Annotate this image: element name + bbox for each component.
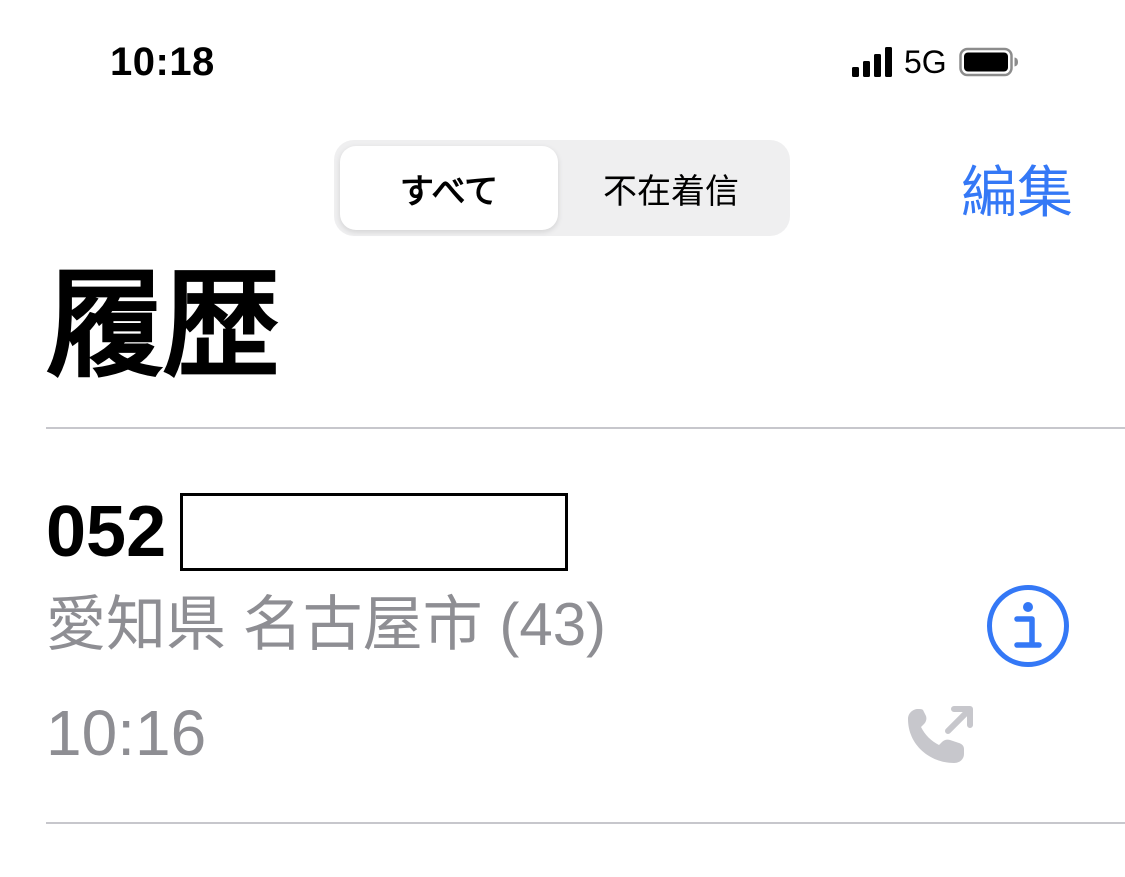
status-time: 10:18	[110, 40, 215, 84]
redacted-number-box	[180, 493, 569, 571]
network-type: 5G	[904, 43, 947, 80]
list-separator	[46, 822, 1125, 824]
call-location: 愛知県 名古屋市 (43)	[46, 591, 607, 658]
outgoing-call-icon	[908, 706, 973, 763]
call-time: 10:16	[46, 697, 207, 769]
call-number-prefix: 052	[46, 492, 167, 572]
status-indicators: 5G	[852, 44, 1019, 80]
call-filter-segmented-control: すべて 不在着信	[334, 140, 790, 236]
info-circle-icon[interactable]	[985, 583, 1071, 669]
call-number: 052	[46, 492, 569, 572]
page-title: 履歴	[46, 260, 280, 392]
battery-icon	[958, 47, 1018, 77]
segment-all[interactable]: すべて	[340, 146, 558, 230]
call-history-row[interactable]: 052 愛知県 名古屋市 (43) 10:16	[0, 429, 1125, 822]
cellular-signal-icon	[852, 47, 892, 77]
edit-button[interactable]: 編集	[961, 148, 1073, 229]
segment-missed[interactable]: 不在着信	[558, 146, 784, 230]
